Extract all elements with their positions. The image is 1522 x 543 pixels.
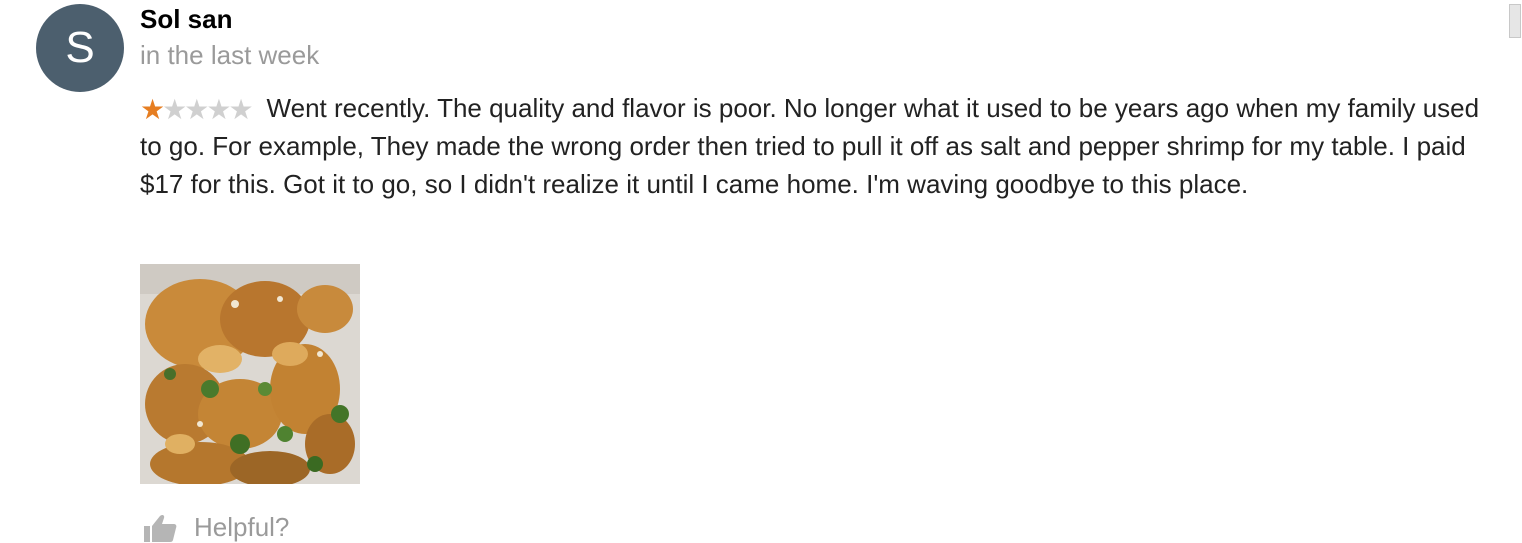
author-name[interactable]: Sol san [140, 4, 232, 35]
review-text: Went recently. The quality and flavor is… [140, 93, 1480, 199]
fried-shrimp-photo [140, 264, 360, 484]
avatar-letter: S [65, 23, 95, 72]
review-photo[interactable] [140, 264, 360, 484]
thumbs-up-icon [144, 514, 177, 542]
star-icon: ★ [206, 94, 231, 125]
review-time: in the last week [140, 40, 320, 70]
star-icon: ★ [228, 94, 253, 125]
review-body: ★★★★★ Went recently. The quality and flav… [140, 89, 1480, 203]
avatar[interactable]: S [36, 4, 124, 92]
star-icon: ★ [162, 94, 187, 125]
helpful-button[interactable]: Helpful? [140, 512, 289, 542]
star-icon: ★ [184, 94, 209, 125]
review-card: S Sol san in the last week ★★★★★ Went rec… [0, 0, 1522, 542]
scrollbar-thumb[interactable] [1509, 4, 1521, 38]
star-rating: ★★★★★ [140, 94, 254, 125]
star-icon: ★ [140, 94, 165, 125]
